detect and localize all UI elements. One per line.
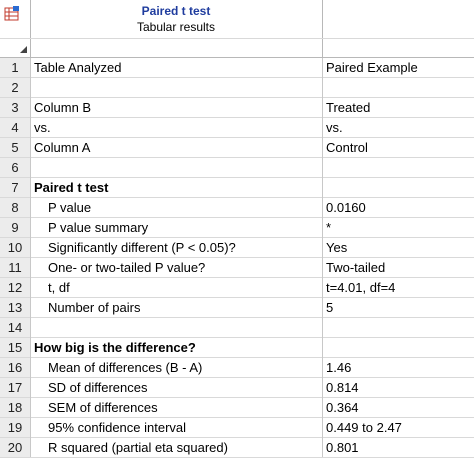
table-icon[interactable]	[4, 6, 20, 22]
value-cell[interactable]: *	[326, 218, 472, 238]
value-cell[interactable]: Paired Example	[326, 58, 472, 78]
value-cell[interactable]: vs.	[326, 118, 472, 138]
label-cell[interactable]: vs.	[31, 118, 322, 138]
table-row[interactable]: 6	[0, 158, 474, 178]
label-cell[interactable]: t, df	[31, 278, 322, 298]
row-number[interactable]: 3	[0, 98, 30, 118]
value-cell[interactable]	[326, 338, 472, 358]
row-number[interactable]: 20	[0, 438, 30, 458]
value-cell[interactable]	[326, 178, 472, 198]
row-number[interactable]: 18	[0, 398, 30, 418]
value-cell[interactable]	[326, 158, 472, 178]
value-cell[interactable]: Control	[326, 138, 472, 158]
value-cell[interactable]: Two-tailed	[326, 258, 472, 278]
label-cell[interactable]: One- or two-tailed P value?	[31, 258, 322, 278]
results-title: Paired t test	[141, 4, 211, 18]
row-number[interactable]: 15	[0, 338, 30, 358]
row-number[interactable]: 12	[0, 278, 30, 298]
row-number[interactable]: 5	[0, 138, 30, 158]
table-row[interactable]: 11 One- or two-tailed P value? Two-tailed	[0, 258, 474, 278]
label-cell[interactable]	[31, 318, 322, 338]
table-row[interactable]: 3 Column B Treated	[0, 98, 474, 118]
value-cell[interactable]: 0.364	[326, 398, 472, 418]
table-row[interactable]: 16 Mean of differences (B - A) 1.46	[0, 358, 474, 378]
label-cell[interactable]: P value summary	[31, 218, 322, 238]
value-cell[interactable]: Treated	[326, 98, 472, 118]
row-number[interactable]: 8	[0, 198, 30, 218]
table-row[interactable]: 18 SEM of differences 0.364	[0, 398, 474, 418]
label-cell[interactable]: 95% confidence interval	[31, 418, 322, 438]
row-number[interactable]: 10	[0, 238, 30, 258]
label-cell[interactable]: Mean of differences (B - A)	[31, 358, 322, 378]
table-row[interactable]: 5 Column A Control	[0, 138, 474, 158]
table-row[interactable]: 20 R squared (partial eta squared) 0.801	[0, 438, 474, 458]
label-cell[interactable]	[31, 158, 322, 178]
table-row[interactable]: 1 Table Analyzed Paired Example	[0, 58, 474, 78]
value-cell[interactable]	[326, 78, 472, 98]
value-cell[interactable]: 0.449 to 2.47	[326, 418, 472, 438]
value-cell[interactable]: 0.801	[326, 438, 472, 458]
sheet-header: Paired t test Tabular results	[0, 0, 474, 58]
value-cell[interactable]: t=4.01, df=4	[326, 278, 472, 298]
table-row[interactable]: 14	[0, 318, 474, 338]
table-row[interactable]: 4 vs. vs.	[0, 118, 474, 138]
row-number[interactable]: 6	[0, 158, 30, 178]
row-number[interactable]: 2	[0, 78, 30, 98]
select-all-corner[interactable]	[20, 46, 27, 53]
row-number[interactable]: 11	[0, 258, 30, 278]
results-sheet: Paired t test Tabular results 1 Table Ana…	[0, 0, 474, 458]
table-row[interactable]: 10 Significantly different (P < 0.05)? Yes	[0, 238, 474, 258]
label-cell[interactable]: Column A	[31, 138, 322, 158]
row-number[interactable]: 13	[0, 298, 30, 318]
table-row[interactable]: 17 SD of differences 0.814	[0, 378, 474, 398]
label-cell[interactable]: Significantly different (P < 0.05)?	[31, 238, 322, 258]
table-row[interactable]: 8P value 0.0160	[0, 198, 474, 218]
label-cell[interactable]: Table Analyzed	[31, 58, 322, 78]
label-cell[interactable]: SEM of differences	[31, 398, 322, 418]
row-number[interactable]: 16	[0, 358, 30, 378]
table-row[interactable]: 9P value summary *	[0, 218, 474, 238]
row-number[interactable]: 17	[0, 378, 30, 398]
label-cell[interactable]: Column B	[31, 98, 322, 118]
table-row[interactable]: 19 95% confidence interval 0.449 to 2.47	[0, 418, 474, 438]
results-subtitle: Tabular results	[136, 20, 216, 34]
label-cell[interactable]: P value	[31, 198, 322, 218]
label-cell[interactable]: Paired t test	[31, 178, 322, 198]
value-cell[interactable]: Yes	[326, 238, 472, 258]
value-cell[interactable]: 1.46	[326, 358, 472, 378]
value-cell[interactable]	[326, 318, 472, 338]
value-cell[interactable]: 5	[326, 298, 472, 318]
label-cell[interactable]: SD of differences	[31, 378, 322, 398]
table-row[interactable]: 12 t, df t=4.01, df=4	[0, 278, 474, 298]
table-row[interactable]: 2	[0, 78, 474, 98]
label-cell[interactable]	[31, 78, 322, 98]
label-cell[interactable]: Number of pairs	[31, 298, 322, 318]
label-cell[interactable]: How big is the difference?	[31, 338, 322, 358]
row-number[interactable]: 7	[0, 178, 30, 198]
row-number[interactable]: 19	[0, 418, 30, 438]
row-number[interactable]: 14	[0, 318, 30, 338]
value-cell[interactable]: 0.814	[326, 378, 472, 398]
label-cell[interactable]: R squared (partial eta squared)	[31, 438, 322, 458]
table-row[interactable]: 13 Number of pairs 5	[0, 298, 474, 318]
table-row[interactable]: 15 How big is the difference?	[0, 338, 474, 358]
table-row[interactable]: 7 Paired t test	[0, 178, 474, 198]
value-cell[interactable]: 0.0160	[326, 198, 472, 218]
row-number[interactable]: 9	[0, 218, 30, 238]
row-number[interactable]: 4	[0, 118, 30, 138]
row-number[interactable]: 1	[0, 58, 30, 78]
